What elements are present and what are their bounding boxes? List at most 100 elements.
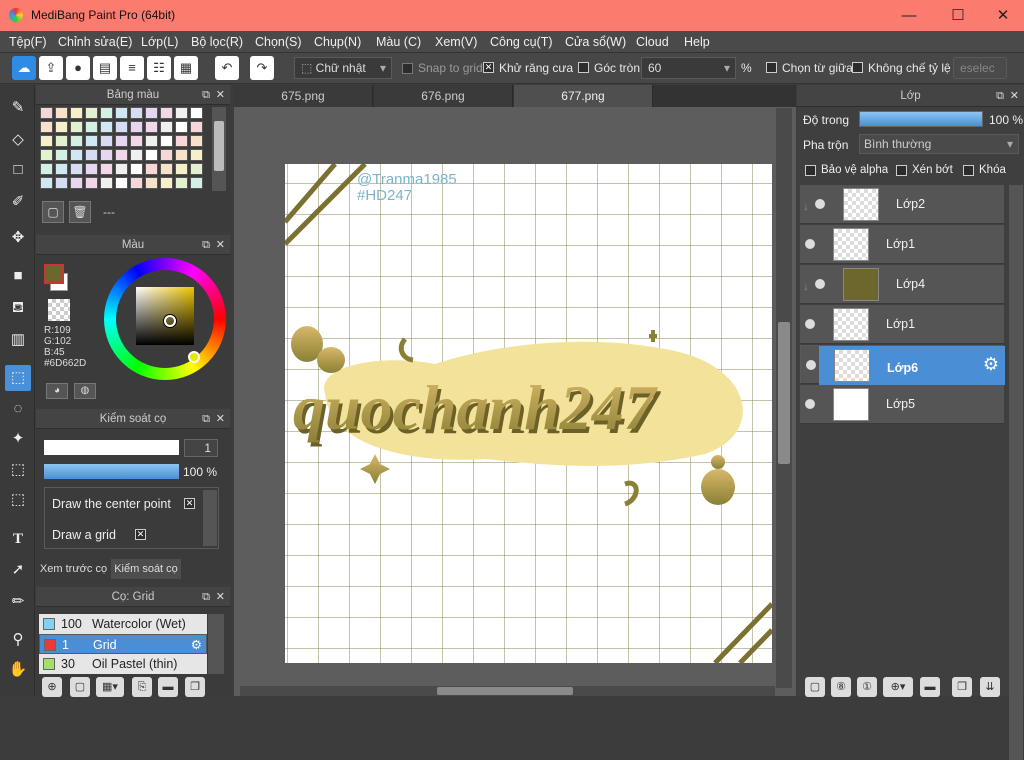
color-swatch[interactable]: [70, 177, 83, 189]
new-layer-1bit-icon[interactable]: ①: [857, 677, 877, 697]
tab-677[interactable]: 677.png: [514, 85, 653, 107]
brush-item-selected[interactable]: 1 Grid ⚙: [39, 634, 207, 654]
bucket-tool-icon[interactable]: ⛾: [5, 295, 31, 321]
menu-snap[interactable]: Chụp(N): [314, 35, 361, 49]
close-icon[interactable]: ✕: [216, 235, 225, 255]
document-canvas[interactable]: @Tranma1985 #HD247 quochanh247 quochanh2…: [285, 164, 772, 663]
layer-row[interactable]: ↓ Lớp2: [800, 185, 1004, 224]
color-swatch[interactable]: [55, 149, 68, 161]
operation-tool-icon[interactable]: ➚: [5, 557, 31, 583]
add-layer-menu-icon[interactable]: ⊕▾: [883, 677, 913, 697]
color-swatch[interactable]: [55, 121, 68, 133]
color-swatch[interactable]: [145, 149, 158, 161]
deselect-button[interactable]: eselec: [953, 57, 1007, 79]
gradient-tool-icon[interactable]: ▥: [5, 327, 31, 353]
color-swatch[interactable]: [85, 163, 98, 175]
blend-mode-select[interactable]: Bình thường ▾: [859, 134, 1019, 154]
grid-settings-icon[interactable]: ▦: [174, 56, 198, 80]
layer-row[interactable]: Lớp5: [800, 385, 1004, 424]
color-swatch[interactable]: [40, 107, 53, 119]
color-swatch[interactable]: [100, 135, 113, 147]
color-swatch[interactable]: [85, 177, 98, 189]
tab-675[interactable]: 675.png: [234, 85, 373, 107]
layer-row[interactable]: Lớp1: [800, 305, 1004, 344]
visibility-icon[interactable]: [815, 279, 825, 289]
move-tool-icon[interactable]: ✥: [5, 225, 31, 251]
color-swatch[interactable]: [100, 121, 113, 133]
duplicate-layer-icon[interactable]: ❐: [952, 677, 972, 697]
color-swatch[interactable]: [40, 177, 53, 189]
color-swatch[interactable]: [100, 149, 113, 161]
color-swatch[interactable]: [130, 107, 143, 119]
layer-row[interactable]: ↓ Lớp4: [800, 265, 1004, 304]
add-brush-icon[interactable]: ⊕: [42, 677, 62, 697]
color-swatch[interactable]: [85, 107, 98, 119]
tab-brush-control[interactable]: Kiểm soát cọ: [111, 559, 181, 579]
brush-item[interactable]: 100 Watercolor (Wet): [39, 614, 207, 634]
color-swatch[interactable]: [175, 107, 188, 119]
color-swatch[interactable]: [115, 177, 128, 189]
color-swatch[interactable]: [40, 135, 53, 147]
color-swatch[interactable]: [55, 163, 68, 175]
color-swatch[interactable]: [115, 135, 128, 147]
color-swatch[interactable]: [70, 163, 83, 175]
message-icon[interactable]: ▤: [93, 56, 117, 80]
color-swatch[interactable]: [160, 135, 173, 147]
menu-filter[interactable]: Bộ lọc(R): [191, 35, 243, 49]
color-swatch[interactable]: [55, 177, 68, 189]
color-swatch[interactable]: [115, 149, 128, 161]
menu-cloud[interactable]: Cloud: [636, 35, 669, 49]
color-picker-cursor[interactable]: [164, 315, 176, 327]
magic-wand-tool-icon[interactable]: ✦: [5, 426, 31, 452]
close-icon[interactable]: ✕: [216, 587, 225, 607]
color-swatch[interactable]: [55, 107, 68, 119]
color-swatch[interactable]: [145, 177, 158, 189]
color-swatch[interactable]: [85, 135, 98, 147]
color-swatch[interactable]: [85, 149, 98, 161]
duplicate-icon[interactable]: ❐: [185, 677, 205, 697]
menu-help[interactable]: Help: [684, 35, 710, 49]
round-value-select[interactable]: 60 ▾: [641, 57, 736, 79]
color-swatch[interactable]: [175, 121, 188, 133]
antialias-checkbox[interactable]: ✕: [483, 62, 494, 73]
gear-icon[interactable]: ⚙: [191, 635, 202, 655]
color-swatch[interactable]: [100, 163, 113, 175]
menu-window[interactable]: Cửa sổ(W): [565, 35, 626, 49]
visibility-icon[interactable]: [805, 239, 815, 249]
close-icon[interactable]: ✕: [216, 85, 225, 105]
shape-tool-icon[interactable]: □: [5, 157, 31, 183]
undo-icon[interactable]: ↶: [215, 56, 239, 80]
pen-tool-icon[interactable]: ✐: [5, 189, 31, 215]
brush-size-bar[interactable]: [44, 440, 179, 455]
palette-scrollbar[interactable]: [212, 107, 226, 191]
select-eraser-tool-icon[interactable]: ⬚: [5, 487, 31, 513]
color-swatch[interactable]: [115, 121, 128, 133]
color-swatch[interactable]: [115, 163, 128, 175]
new-brush-icon[interactable]: ▢: [70, 677, 90, 697]
cloud-icon[interactable]: ☁: [12, 56, 36, 80]
text-tool-icon[interactable]: T: [5, 526, 31, 552]
brush-tool-icon[interactable]: ✎: [5, 95, 31, 121]
menu-color[interactable]: Màu (C): [376, 35, 421, 49]
color-swatch[interactable]: [190, 149, 203, 161]
color-swatch[interactable]: [40, 149, 53, 161]
draw-center-checkbox[interactable]: ✕: [184, 498, 195, 509]
color-swatch[interactable]: [190, 163, 203, 175]
brush-item[interactable]: 30 Oil Pastel (thin): [39, 654, 207, 674]
color-swatch[interactable]: [190, 177, 203, 189]
layer-opacity-slider[interactable]: [859, 111, 983, 127]
color-swatch[interactable]: [145, 163, 158, 175]
selection-mode-select[interactable]: ⬚ Chữ nhật ▾: [294, 57, 392, 79]
color-swatch[interactable]: [130, 135, 143, 147]
color-swatch[interactable]: [85, 121, 98, 133]
merge-layer-icon[interactable]: ⇊: [980, 677, 1000, 697]
color-swatch[interactable]: [145, 135, 158, 147]
color-swatch[interactable]: [70, 121, 83, 133]
picker-mode-icon[interactable]: ◍: [74, 383, 96, 399]
color-swatch[interactable]: [190, 121, 203, 133]
no-ratio-checkbox[interactable]: [852, 62, 863, 73]
color-swatch[interactable]: [145, 121, 158, 133]
color-swatch[interactable]: [160, 107, 173, 119]
hue-cursor[interactable]: [188, 351, 200, 363]
color-swatch[interactable]: [175, 135, 188, 147]
